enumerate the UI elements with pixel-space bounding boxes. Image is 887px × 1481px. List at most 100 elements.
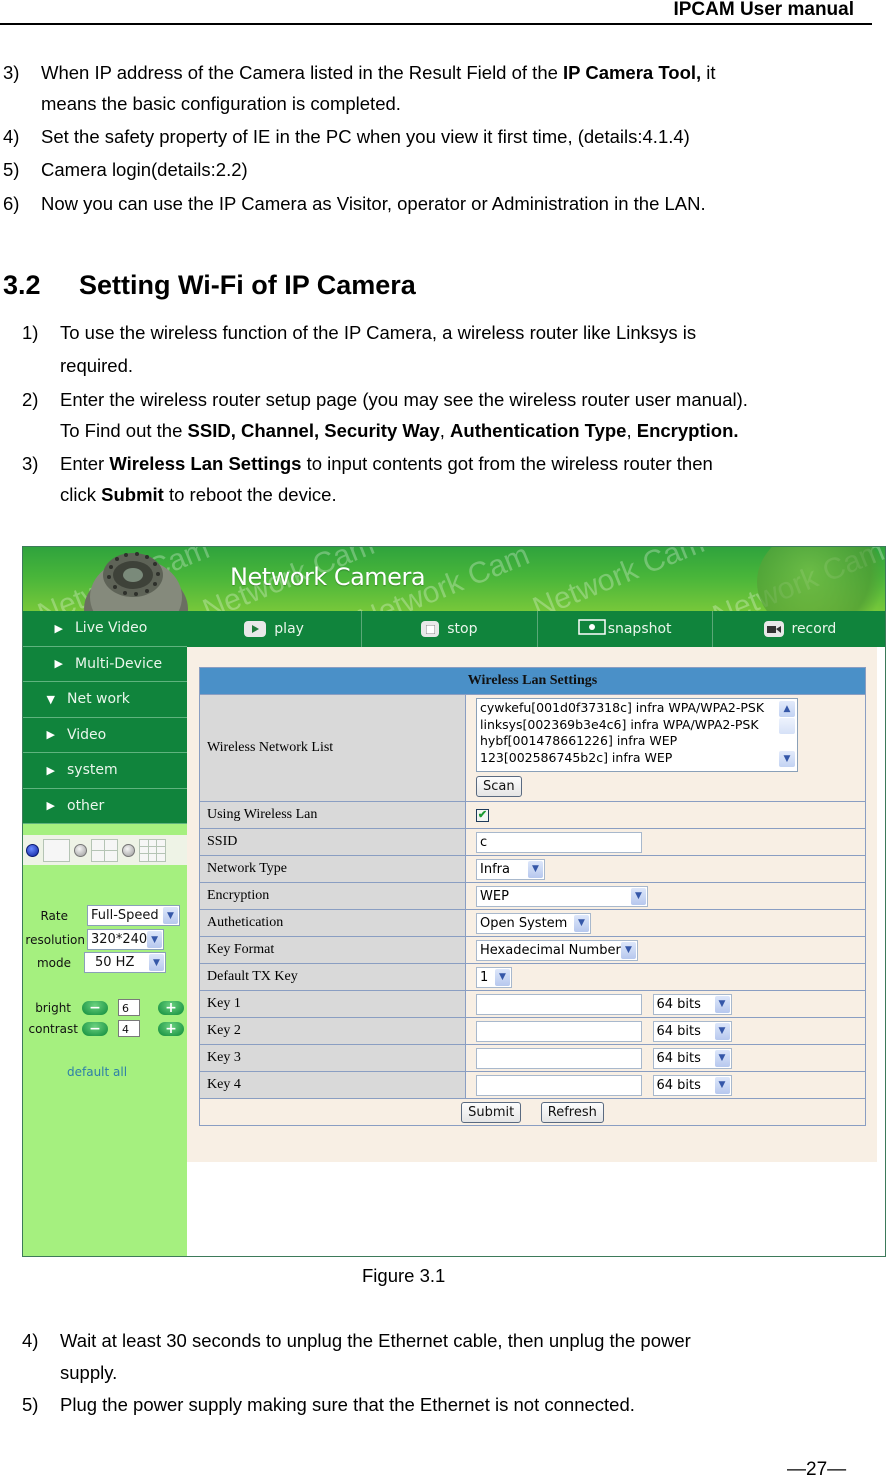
menu-item-multi-device[interactable]: ▶ Multi-Device: [23, 646, 187, 682]
scroll-thumb[interactable]: [779, 718, 795, 734]
step-text: When IP address of the Camera listed in …: [41, 62, 564, 83]
contrast-control: contrast − 4 +: [23, 1020, 184, 1037]
mode-label: mode: [36, 955, 71, 970]
wireless-network-listbox[interactable]: cywkefu[001d0f37318c] infra WPA/WPA2-PSK…: [476, 698, 798, 772]
authentication-select[interactable]: Open System ▼: [476, 912, 591, 934]
network-type-select[interactable]: Infra ▼: [476, 858, 545, 880]
scan-button[interactable]: Scan: [476, 776, 522, 797]
chevron-down-icon: ▼: [714, 1022, 730, 1040]
key-row: Key 1 64 bits ▼: [199, 990, 866, 1018]
default-all-link[interactable]: default all: [67, 1065, 127, 1079]
encryption-select[interactable]: WEP ▼: [476, 885, 648, 907]
menu-label: Net work: [67, 691, 130, 708]
network-list-cell: cywkefu[001d0f37318c] infra WPA/WPA2-PSK…: [465, 694, 866, 802]
network-option[interactable]: 123[002586745b2c] infra WEP: [480, 750, 794, 767]
rate-value: Full-Speed: [91, 908, 159, 923]
key-label: Key 1: [199, 990, 466, 1018]
mode-value: 50 HZ: [95, 955, 135, 970]
final-step-4-continuation: supply.: [60, 1362, 118, 1383]
key-1-input[interactable]: [476, 993, 642, 1015]
bright-decrease-button[interactable]: −: [82, 1000, 108, 1015]
menu-item-video[interactable]: ▶ Video: [23, 717, 187, 753]
expand-arrow-icon: ▶: [54, 621, 63, 635]
mode-select[interactable]: 50 HZ ▼: [84, 952, 166, 973]
scroll-up-icon[interactable]: ▲: [779, 701, 795, 717]
key-2-bits-select[interactable]: 64 bits ▼: [652, 1020, 732, 1042]
contrast-increase-button[interactable]: +: [158, 1021, 184, 1036]
layout-9-radio[interactable]: [122, 843, 135, 857]
stop-button[interactable]: stop: [362, 611, 538, 647]
bright-increase-button[interactable]: +: [158, 1000, 184, 1015]
default-tx-key-select[interactable]: 1 ▼: [476, 966, 512, 988]
listbox-scrollbar[interactable]: ▲ ▼: [779, 701, 795, 769]
refresh-button[interactable]: Refresh: [540, 1101, 604, 1123]
nine-view-icon: [139, 838, 166, 862]
section-heading: 3.2 Setting Wi-Fi of IP Camera: [3, 270, 416, 301]
key-1-bits-select[interactable]: 64 bits ▼: [652, 993, 732, 1015]
menu-label: Live Video: [75, 620, 148, 637]
network-option[interactable]: linksys[002369b3e4c6] infra WPA/WPA2-PSK: [480, 717, 794, 734]
wifi-step-1: 1) To use the wireless function of the I…: [22, 322, 696, 344]
key-2-input[interactable]: [476, 1020, 642, 1042]
key-3-input[interactable]: [476, 1047, 642, 1069]
step-number: 5): [3, 159, 20, 180]
menu-item-system[interactable]: ▶ system: [23, 753, 187, 789]
page-header: IPCAM User manual: [0, 0, 872, 25]
intro-step-3: 3) When IP address of the Camera listed …: [3, 62, 716, 84]
menu-item-other[interactable]: ▶ other: [23, 788, 187, 824]
resolution-control: resolution 320*240 ▼: [23, 929, 164, 950]
snapshot-icon: [577, 619, 606, 639]
layout-4-radio[interactable]: [74, 843, 87, 857]
submit-button[interactable]: Submit: [461, 1101, 522, 1123]
step-text: Plug the power supply making sure that t…: [60, 1394, 635, 1415]
default-tx-key-value: 1: [480, 969, 489, 985]
rate-label: Rate: [40, 908, 68, 923]
contrast-label: contrast: [28, 1021, 79, 1036]
chevron-down-icon: ▼: [495, 968, 510, 986]
scroll-down-icon[interactable]: ▼: [779, 751, 795, 767]
bright-control: bright − 6 +: [23, 999, 184, 1016]
contrast-decrease-button[interactable]: −: [82, 1021, 108, 1036]
chevron-down-icon: ▼: [163, 907, 178, 924]
network-option[interactable]: cywkefu[001d0f37318c] infra WPA/WPA2-PSK: [480, 700, 794, 717]
step-text: Enter the wireless router setup page (yo…: [60, 389, 748, 410]
default-tx-key-label: Default TX Key: [199, 963, 466, 991]
resolution-select[interactable]: 320*240 ▼: [87, 929, 164, 950]
step-text: Wait at least 30 seconds to unplug the E…: [60, 1330, 691, 1351]
chevron-down-icon: ▼: [714, 1076, 730, 1094]
single-view-icon: [43, 838, 70, 862]
banner: Network Cam Network Cam Network Cam Netw…: [23, 547, 885, 612]
expand-arrow-icon: ▶: [46, 799, 55, 813]
step-number: 2): [22, 389, 39, 410]
bright-label: bright: [35, 1000, 71, 1015]
wifi-step-3: 3) Enter Wireless Lan Settings to input …: [22, 453, 713, 475]
play-label: play: [274, 621, 304, 637]
network-option[interactable]: hybf[001478661226] infra WEP: [480, 733, 794, 750]
key-label: Key 3: [199, 1044, 466, 1072]
menu-item-network[interactable]: ▼ Net work: [23, 682, 187, 718]
menu-label: other: [67, 797, 105, 814]
resolution-label: resolution: [25, 932, 85, 947]
contrast-value-input[interactable]: 4: [118, 1020, 140, 1037]
resolution-value: 320*240: [91, 932, 148, 947]
key-format-select[interactable]: Hexadecimal Number ▼: [476, 939, 638, 961]
key-3-bits-select[interactable]: 64 bits ▼: [652, 1047, 732, 1069]
using-wireless-checkbox[interactable]: ✔: [476, 809, 489, 822]
record-button[interactable]: record: [713, 611, 885, 647]
rate-select[interactable]: Full-Speed ▼: [87, 905, 180, 926]
step-text: Now you can use the IP Camera as Visitor…: [41, 193, 706, 214]
step-text-bold: IP Camera Tool,: [563, 62, 702, 83]
bits-value: 64 bits: [656, 1077, 701, 1093]
ssid-input[interactable]: c: [476, 831, 642, 853]
chevron-down-icon: ▼: [621, 941, 636, 959]
step-number: 4): [3, 126, 20, 147]
snapshot-button[interactable]: snapshot: [538, 611, 713, 647]
step-number: 4): [22, 1330, 39, 1351]
expand-arrow-icon: ▶: [46, 728, 55, 742]
play-button[interactable]: play: [187, 611, 363, 647]
key-4-bits-select[interactable]: 64 bits ▼: [652, 1074, 732, 1096]
layout-1-radio[interactable]: [26, 843, 39, 857]
menu-item-live-video[interactable]: ▶ Live Video: [23, 611, 187, 647]
bright-value-input[interactable]: 6: [118, 999, 140, 1016]
key-4-input[interactable]: [476, 1074, 642, 1096]
